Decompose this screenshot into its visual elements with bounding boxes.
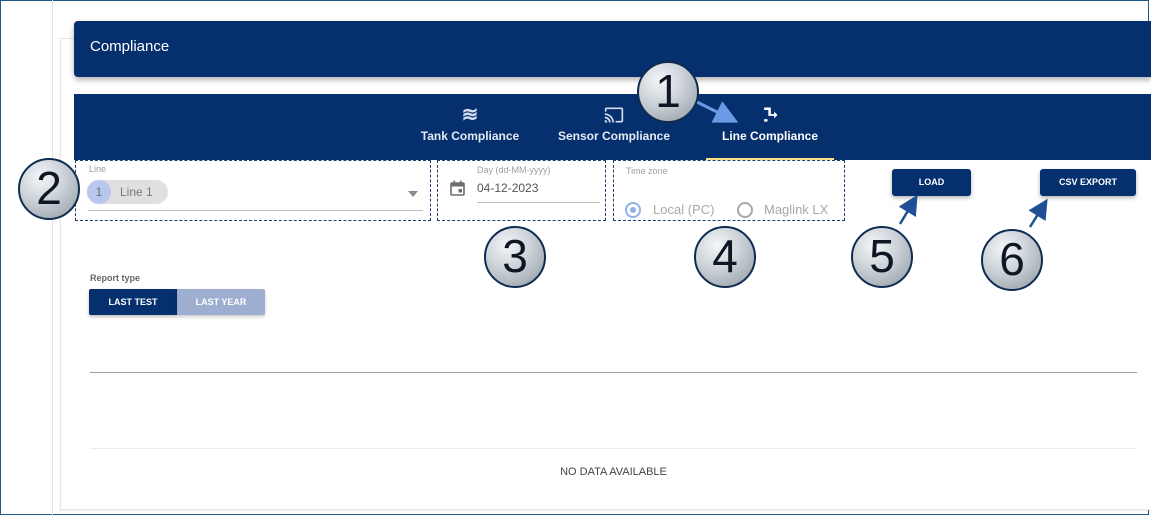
side-rule bbox=[52, 0, 53, 517]
no-data-message: NO DATA AVAILABLE bbox=[560, 466, 667, 478]
tab-label: Tank Compliance bbox=[420, 129, 520, 143]
compliance-tab-bar: ≋ Tank Compliance Sensor Compliance Line… bbox=[74, 94, 1151, 160]
table-header-divider bbox=[90, 372, 1137, 373]
callout-badge-3: 3 bbox=[484, 226, 546, 288]
callout-badge-2: 2 bbox=[18, 158, 80, 220]
waves-icon: ≋ bbox=[461, 104, 479, 126]
radio-local-pc-label: Local (PC) bbox=[653, 202, 715, 217]
calendar-icon[interactable] bbox=[450, 180, 465, 201]
page-title: Compliance bbox=[90, 38, 170, 55]
report-type-last-test[interactable]: LAST TEST bbox=[89, 289, 177, 315]
line-route-icon bbox=[706, 105, 834, 125]
radio-maglink-lx[interactable] bbox=[737, 202, 753, 218]
report-type-last-year[interactable]: LAST YEAR bbox=[177, 289, 265, 315]
timezone-field-label: Time zone bbox=[626, 166, 668, 176]
tab-tank-compliance[interactable]: ≋ Tank Compliance bbox=[416, 94, 524, 160]
callout-badge-1: 1 bbox=[637, 61, 699, 123]
callout-badge-6: 6 bbox=[981, 229, 1043, 291]
line-field-label: Line bbox=[89, 164, 107, 174]
tab-line-compliance[interactable]: Line Compliance bbox=[706, 94, 834, 160]
line-chip-text: Line 1 bbox=[120, 185, 153, 199]
tab-label: Line Compliance bbox=[721, 129, 819, 143]
tab-label: Sensor Compliance bbox=[557, 129, 671, 143]
radio-maglink-lx-label: Maglink LX bbox=[764, 202, 829, 217]
callout-badge-4: 4 bbox=[694, 226, 756, 288]
line-chip[interactable]: 1 Line 1 bbox=[87, 180, 168, 204]
load-button[interactable]: LOAD bbox=[892, 169, 971, 196]
chevron-down-icon[interactable] bbox=[408, 184, 418, 202]
report-type-label: Report type bbox=[90, 273, 141, 283]
callout-badge-5: 5 bbox=[851, 226, 913, 288]
radio-local-pc[interactable] bbox=[625, 202, 641, 218]
day-field-label: Day (dd-MM-yyyy) bbox=[477, 165, 551, 175]
csv-export-button[interactable]: CSV EXPORT bbox=[1040, 169, 1136, 196]
line-select-underline bbox=[88, 210, 423, 211]
day-input[interactable]: 04-12-2023 bbox=[477, 181, 538, 195]
page-header: Compliance bbox=[74, 21, 1151, 77]
line-chip-number: 1 bbox=[87, 180, 111, 204]
day-input-underline bbox=[477, 202, 600, 203]
table-row-divider bbox=[90, 448, 1137, 449]
